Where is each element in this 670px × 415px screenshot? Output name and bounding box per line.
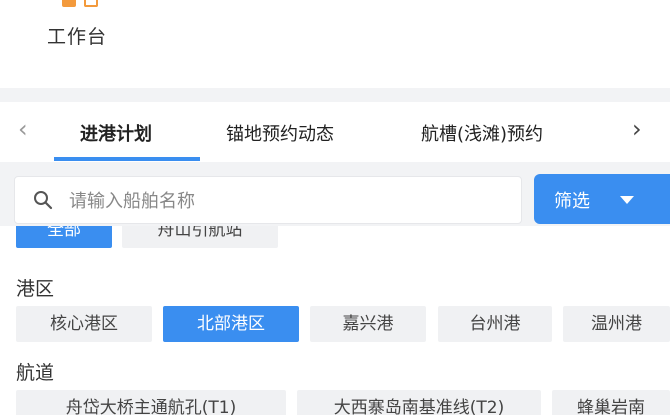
chevron-right-icon[interactable]: › xyxy=(632,114,642,144)
section-divider xyxy=(0,162,670,174)
chip-core-port[interactable]: 核心港区 xyxy=(16,306,152,342)
chip-taizhou-port[interactable]: 台州港 xyxy=(438,306,552,342)
search-input[interactable] xyxy=(67,177,511,225)
tab-inbound-plan[interactable]: 进港计划 xyxy=(80,120,152,146)
search-field[interactable] xyxy=(14,176,522,225)
chevron-left-icon[interactable]: ‹ xyxy=(18,114,28,144)
search-bar: 筛选 xyxy=(0,174,670,226)
chip-channel-t3[interactable]: 蜂巢岩南 xyxy=(552,390,670,415)
chip-all[interactable]: 全部 xyxy=(16,226,112,248)
workbench-header: 工作台 xyxy=(0,0,670,88)
section-divider xyxy=(0,88,670,102)
filter-button-label: 筛选 xyxy=(554,191,590,212)
caret-down-icon xyxy=(620,196,634,204)
workbench-icon-part xyxy=(84,0,98,7)
workbench-icon-part xyxy=(62,0,76,7)
tab-bar: ‹ 进港计划 锚地预约动态 航槽(浅滩)预约 › xyxy=(0,102,670,162)
port-area-label: 港区 xyxy=(16,278,55,300)
tab-channel-booking[interactable]: 航槽(浅滩)预约 xyxy=(421,120,543,146)
chip-channel-t1[interactable]: 舟岱大桥主通航孔(T1) xyxy=(16,390,286,415)
filter-button[interactable]: 筛选 xyxy=(534,174,670,224)
tab-anchorage-booking[interactable]: 锚地预约动态 xyxy=(226,120,334,146)
workbench-label[interactable]: 工作台 xyxy=(47,22,107,49)
chip-jiaxing-port[interactable]: 嘉兴港 xyxy=(310,306,426,342)
chip-wenzhou-port[interactable]: 温州港 xyxy=(563,306,670,342)
filter-panel: 全部 舟山引航站 港区 核心港区 北部港区 嘉兴港 台州港 温州港 航道 舟岱大… xyxy=(0,226,670,415)
chip-channel-t2[interactable]: 大西寨岛南基准线(T2) xyxy=(297,390,541,415)
chip-north-port[interactable]: 北部港区 xyxy=(163,306,299,342)
chip-pilot-station[interactable]: 舟山引航站 xyxy=(122,226,278,248)
search-icon xyxy=(34,191,53,210)
channel-label: 航道 xyxy=(16,362,55,384)
workbench-icon[interactable] xyxy=(62,0,104,8)
active-tab-indicator xyxy=(54,157,200,161)
